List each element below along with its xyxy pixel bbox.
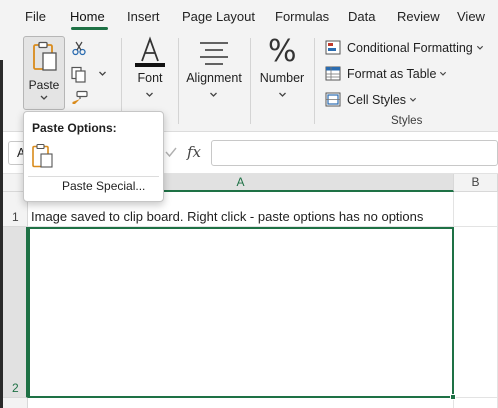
conditional-formatting-label: Conditional Formatting	[347, 40, 473, 55]
cell-styles-icon	[325, 92, 341, 107]
paste-options-title: Paste Options:	[32, 121, 117, 135]
font-label: Font	[137, 71, 163, 85]
tab-data[interactable]: Data	[348, 9, 375, 24]
align-center-icon	[200, 42, 228, 65]
window-edge	[0, 60, 3, 408]
chevron-down-icon	[279, 92, 286, 97]
chevron-down-icon	[210, 92, 217, 97]
column-header-b[interactable]: B	[454, 174, 498, 192]
formula-input[interactable]	[211, 140, 498, 166]
copy-icon[interactable]	[70, 66, 88, 84]
chevron-down-icon	[409, 97, 417, 102]
enter-check-icon[interactable]	[164, 145, 178, 159]
conditional-formatting-icon	[325, 40, 341, 55]
cell-a1-text: Image saved to clip board. Right click -…	[31, 209, 424, 224]
percent-icon: %	[268, 34, 297, 69]
tab-view[interactable]: View	[457, 9, 485, 24]
paste-clipboard-icon	[33, 41, 57, 71]
active-tab-indicator	[71, 27, 108, 30]
ribbon-separator	[178, 38, 179, 124]
row-header-3[interactable]	[0, 398, 28, 408]
column-header-label: A	[236, 175, 245, 189]
paste-options-menu: Paste Options: Paste Special...	[23, 111, 164, 202]
format-painter-icon[interactable]	[71, 90, 89, 106]
paste-special-item[interactable]: Paste Special...	[62, 179, 145, 193]
chevron-down-icon	[476, 45, 483, 50]
chevron-down-icon	[146, 92, 153, 97]
cell-b3[interactable]	[454, 398, 498, 408]
conditional-formatting-button[interactable]: Conditional Formatting	[325, 40, 484, 55]
cell-styles-label: Cell Styles	[347, 92, 407, 107]
ribbon-separator	[250, 38, 251, 124]
cell-a3[interactable]	[28, 398, 454, 408]
format-as-table-label: Format as Table	[347, 66, 437, 81]
number-label: Number	[259, 71, 305, 85]
chevron-down-icon	[40, 95, 48, 100]
row-header-2[interactable]: 2	[0, 227, 28, 398]
font-icon	[135, 36, 165, 67]
column-header-label: B	[471, 175, 480, 189]
row-header-label: 2	[12, 381, 19, 395]
tab-page-layout[interactable]: Page Layout	[182, 9, 255, 24]
tab-home[interactable]: Home	[70, 9, 105, 24]
tab-insert[interactable]: Insert	[127, 9, 160, 24]
paste-option-button[interactable]	[31, 143, 55, 169]
tab-formulas[interactable]: Formulas	[275, 9, 329, 24]
fill-handle[interactable]	[450, 394, 456, 400]
alignment-label: Alignment	[186, 71, 242, 85]
insert-function-icon[interactable]: fx	[187, 143, 201, 161]
format-as-table-icon	[325, 66, 341, 81]
styles-group-label: Styles	[391, 115, 423, 127]
row-header-label: 1	[12, 210, 19, 224]
copy-dropdown-chevron-icon[interactable]	[98, 70, 107, 78]
format-as-table-button[interactable]: Format as Table	[325, 66, 447, 81]
paste-clipboard-icon	[32, 143, 53, 168]
chevron-down-icon	[440, 71, 447, 76]
cell-styles-button[interactable]: Cell Styles	[325, 92, 417, 107]
menu-divider	[28, 176, 159, 177]
ribbon-separator	[314, 38, 315, 124]
cell-b1[interactable]	[454, 192, 498, 227]
cell-b2[interactable]	[454, 227, 498, 398]
active-cell-border	[28, 227, 454, 398]
paste-button[interactable]: Paste	[23, 36, 65, 110]
ribbon-tabs: File Home Insert Page Layout Formulas Da…	[0, 0, 498, 32]
cut-icon[interactable]	[71, 40, 87, 56]
tab-review[interactable]: Review	[397, 9, 440, 24]
paste-label: Paste	[28, 78, 60, 92]
tab-file[interactable]: File	[25, 9, 46, 24]
worksheet-grid: A B 1 2 Image saved to clip board. Right…	[0, 174, 498, 408]
